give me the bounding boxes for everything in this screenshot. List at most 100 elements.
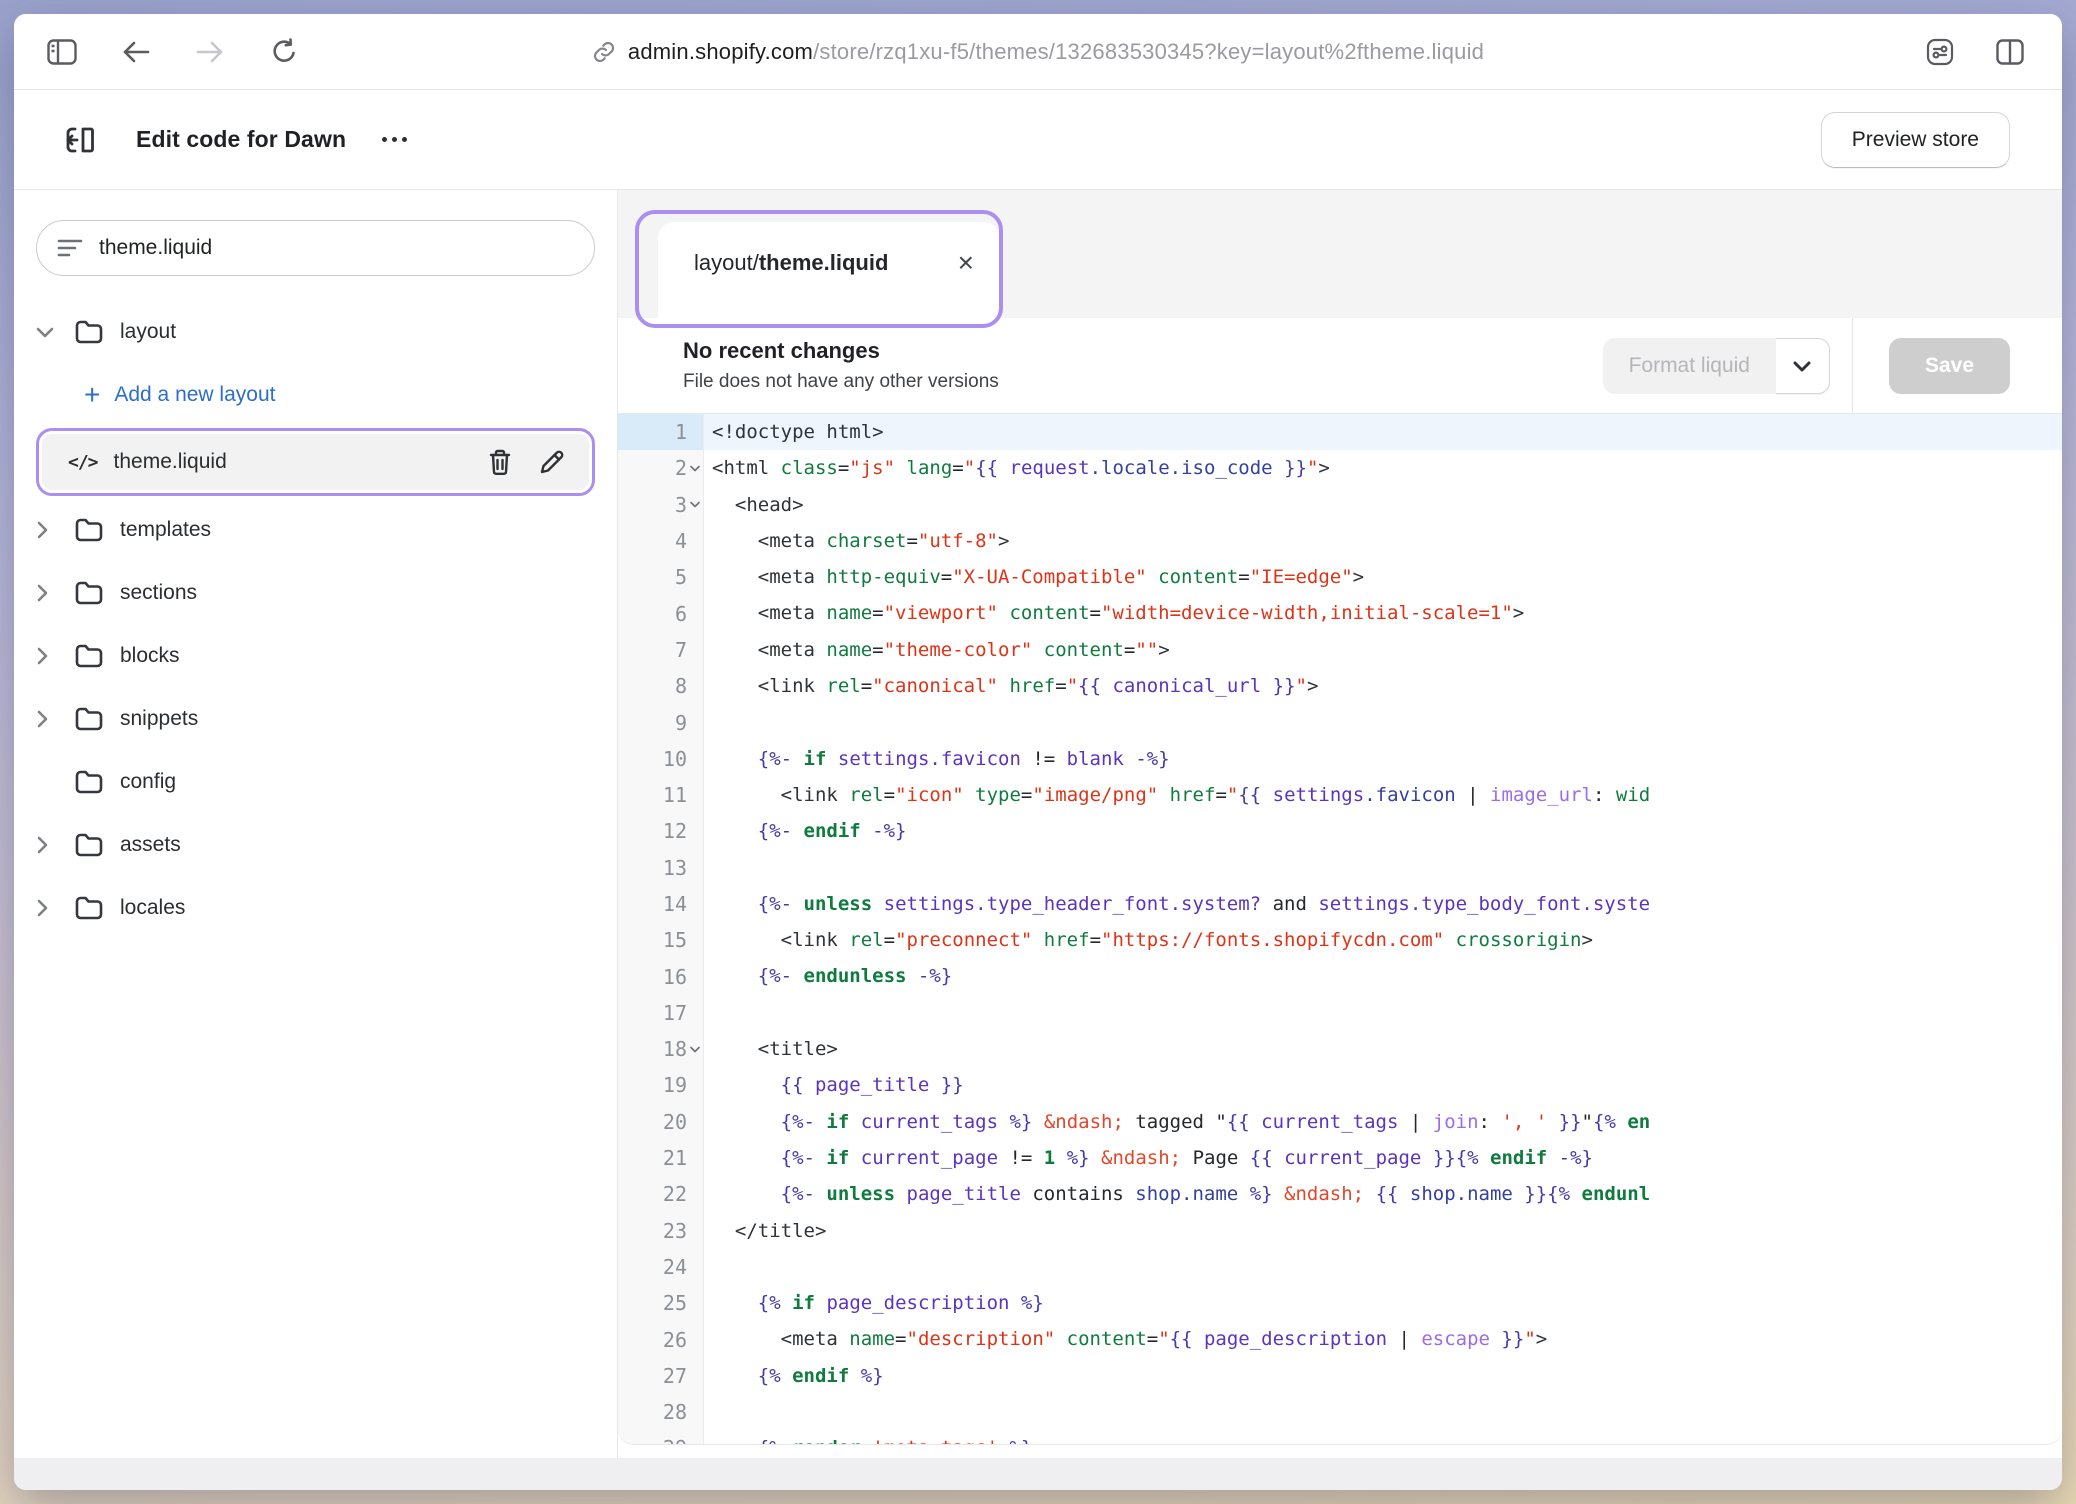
folder-icon [74,895,106,921]
line-number: 25 [618,1285,703,1321]
code-line[interactable]: <meta name="viewport" content="width=dev… [712,595,2062,631]
sidebar-toggle-icon[interactable] [40,30,84,74]
code-line[interactable] [712,704,2062,740]
fold-chevron-icon[interactable] [687,450,703,486]
sidebar-item-theme-liquid[interactable]: </> theme.liquid [42,434,589,490]
line-number: 21 [618,1140,703,1176]
format-liquid-button[interactable]: Format liquid [1603,338,1776,394]
code-line[interactable]: {%- endif -%} [712,813,2062,849]
code-line[interactable]: {% render 'meta-tags' %} [712,1430,2062,1444]
code-line[interactable]: <meta name="description" content="{{ pag… [712,1321,2062,1357]
code-line[interactable]: {%- unless page_title contains shop.name… [712,1176,2062,1212]
more-actions-icon[interactable] [382,125,407,155]
line-number: 10 [618,741,703,777]
code-line[interactable]: <link rel="icon" type="image/png" href="… [712,777,2062,813]
close-tab-icon[interactable]: × [958,249,974,277]
status-title: No recent changes [683,338,999,364]
folder-label: assets [120,833,181,857]
sidebar-item-assets[interactable]: assets [36,813,595,876]
code-line[interactable]: <title> [712,1031,2062,1067]
format-dropdown-arrow[interactable] [1776,338,1830,394]
code-line[interactable]: <meta http-equiv="X-UA-Compatible" conte… [712,559,2062,595]
add-new-layout-link[interactable]: + Add a new layout [36,363,595,426]
folder-label: templates [120,518,211,542]
exit-editor-icon[interactable] [58,118,102,162]
code-line[interactable]: <html class="js" lang="{{ request.locale… [712,450,2062,486]
file-search[interactable] [36,220,595,276]
code-line[interactable]: <head> [712,487,2062,523]
folder-icon [74,769,106,795]
url-path: /store/rzq1xu-f5/themes/132683530345?key… [813,39,1484,64]
line-number: 5 [618,559,703,595]
line-number: 13 [618,850,703,886]
line-number: 29 [618,1430,703,1444]
code-line[interactable] [712,995,2062,1031]
tab-file-name: theme.liquid [759,250,889,275]
line-number: 19 [618,1067,703,1103]
code-editor[interactable]: 1234567891011121314151617181920212223242… [618,414,2062,1458]
sidebar-item-templates[interactable]: templates [36,498,595,561]
code-line[interactable]: <link rel="preconnect" href="https://fon… [712,922,2062,958]
folder-label: snippets [120,707,198,731]
split-view-icon[interactable] [1988,30,2032,74]
line-number: 26 [618,1321,703,1357]
line-number: 20 [618,1104,703,1140]
folder-icon [74,517,106,543]
code-line[interactable] [712,1249,2062,1285]
status-subtitle: File does not have any other versions [683,371,999,393]
code-line[interactable]: {%- if settings.favicon != blank -%} [712,741,2062,777]
chevron-down-icon [36,326,74,338]
code-line[interactable]: {% endif %} [712,1358,2062,1394]
add-layout-label: Add a new layout [114,383,275,407]
code-line[interactable]: </title> [712,1213,2062,1249]
sidebar-item-snippets[interactable]: snippets [36,687,595,750]
chevron-right-icon [36,710,74,728]
code-line[interactable]: <meta charset="utf-8"> [712,523,2062,559]
sidebar-item-blocks[interactable]: blocks [36,624,595,687]
line-number: 2 [618,450,703,486]
fold-chevron-icon[interactable] [687,487,703,523]
folder-label: blocks [120,644,180,668]
code-line[interactable]: {%- unless settings.type_header_font.sys… [712,886,2062,922]
code-line[interactable]: {%- if current_tags %} &ndash; tagged "{… [712,1104,2062,1140]
line-number: 12 [618,813,703,849]
line-number: 9 [618,704,703,740]
code-line[interactable]: {{ page_title }} [712,1067,2062,1103]
sidebar-item-layout[interactable]: layout [36,300,595,363]
tab-strip: layout/theme.liquid × [618,190,2062,318]
line-number: 16 [618,958,703,994]
sidebar-item-config[interactable]: config [36,750,595,813]
code-line[interactable]: <meta name="theme-color" content=""> [712,632,2062,668]
search-input[interactable] [99,236,574,260]
reload-button[interactable] [262,30,306,74]
preview-store-button[interactable]: Preview store [1821,112,2010,168]
folder-icon [74,832,106,858]
page-settings-icon[interactable] [1918,30,1962,74]
sidebar-item-sections[interactable]: sections [36,561,595,624]
line-number: 1 [618,414,703,450]
code-line[interactable]: <link rel="canonical" href="{{ canonical… [712,668,2062,704]
code-lines[interactable]: <!doctype html><html class="js" lang="{{… [704,414,2062,1444]
back-button[interactable] [114,30,158,74]
chevron-right-icon [36,521,74,539]
file-highlight: </> theme.liquid [36,428,595,496]
line-number: 23 [618,1213,703,1249]
tab-layout-theme-liquid[interactable]: layout/theme.liquid × [658,222,1000,318]
forward-button[interactable] [188,30,232,74]
code-line[interactable]: {%- endunless -%} [712,958,2062,994]
address-bar[interactable]: admin.shopify.com/store/rzq1xu-f5/themes… [628,39,1484,65]
rename-file-icon[interactable] [537,447,567,477]
browser-window: admin.shopify.com/store/rzq1xu-f5/themes… [14,14,2062,1490]
folder-icon [74,706,106,732]
code-line[interactable] [712,1394,2062,1430]
save-button[interactable]: Save [1889,338,2010,394]
code-line[interactable]: {% if page_description %} [712,1285,2062,1321]
line-number: 22 [618,1176,703,1212]
code-line[interactable]: {%- if current_page != 1 %} &ndash; Page… [712,1140,2062,1176]
code-line[interactable] [712,850,2062,886]
delete-file-icon[interactable] [485,447,515,477]
sidebar-item-locales[interactable]: locales [36,876,595,939]
fold-chevron-icon[interactable] [687,1031,703,1067]
code-line[interactable]: <!doctype html> [704,414,2062,450]
chevron-right-icon [36,836,74,854]
